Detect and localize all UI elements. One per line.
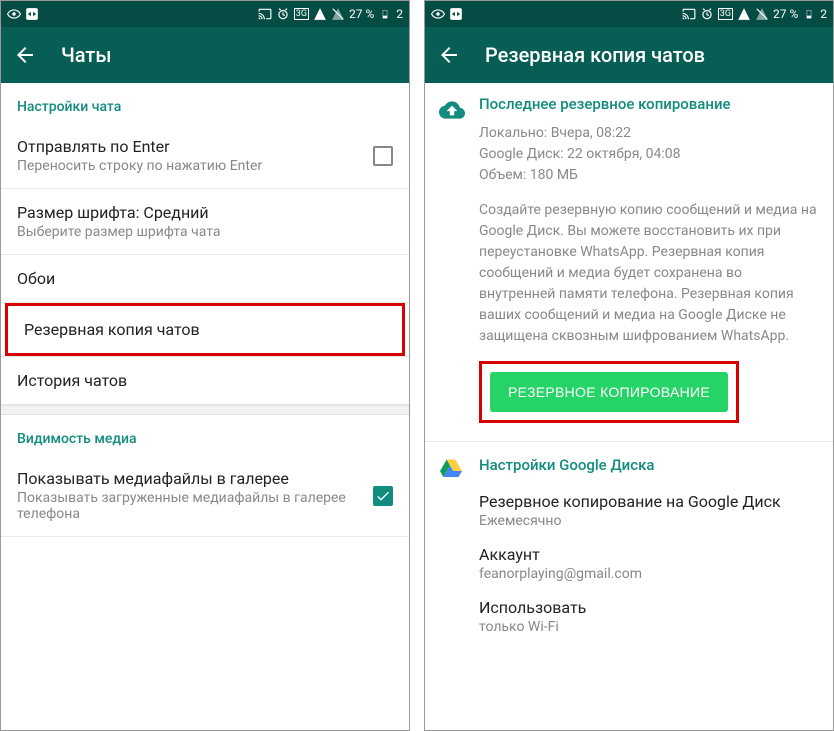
checkbox-checked[interactable] (373, 486, 393, 506)
alarm-icon (276, 7, 290, 21)
item-chat-backup[interactable]: Резервная копия чатов (8, 306, 402, 353)
time-text: 2 (820, 7, 827, 21)
no-sim-icon (755, 7, 769, 21)
battery-text: 27 % (773, 7, 798, 21)
cast-icon (258, 7, 272, 21)
setting-label: Использовать (479, 598, 817, 617)
battery-text: 27 % (349, 7, 374, 21)
signal-icon (737, 7, 751, 21)
no-sim-icon (331, 7, 345, 21)
item-chat-history[interactable]: История чатов (1, 356, 409, 405)
item-title: История чатов (17, 371, 393, 390)
setting-account[interactable]: Аккаунт feanorplaying@gmail.com (479, 537, 817, 590)
eye-icon (7, 7, 21, 21)
backup-button[interactable]: РЕЗЕРВНОЕ КОПИРОВАНИЕ (490, 372, 728, 412)
item-title: Обои (17, 269, 393, 288)
page-title: Резервная копия чатов (485, 43, 705, 67)
cloud-upload-icon (439, 97, 465, 123)
gdrive-settings-title: Настройки Google Диска (479, 456, 817, 474)
highlight-backup-item: Резервная копия чатов (5, 303, 405, 356)
teamviewer-icon (25, 7, 39, 21)
backup-description: Создайте резервную копию сообщений и мед… (479, 200, 817, 347)
battery-icon (378, 7, 392, 21)
toolbar: Чаты (1, 27, 409, 83)
back-icon[interactable] (437, 43, 461, 67)
section-media-visibility: Видимость медиа (1, 415, 409, 455)
meta-size: Объем: 180 МБ (479, 165, 817, 186)
last-backup-title: Последнее резервное копирование (479, 95, 817, 113)
item-subtitle: Выберите размер шрифта чата (17, 224, 393, 240)
network-3g-icon: 3G (294, 8, 309, 20)
setting-value: Ежемесячно (479, 513, 817, 529)
signal-icon (313, 7, 327, 21)
checkbox-unchecked[interactable] (373, 146, 393, 166)
time-text: 2 (396, 7, 403, 21)
setting-value: только Wi-Fi (479, 619, 817, 635)
item-send-enter[interactable]: Отправлять по Enter Переносить строку по… (1, 123, 409, 189)
eye-icon (431, 7, 445, 21)
section-chat-settings: Настройки чата (1, 83, 409, 123)
divider (1, 405, 409, 415)
meta-local: Локально: Вчера, 08:22 (479, 123, 817, 144)
item-wallpaper[interactable]: Обои (1, 255, 409, 303)
toolbar: Резервная копия чатов (425, 27, 833, 83)
meta-gdrive: Google Диск: 22 октября, 04:08 (479, 144, 817, 165)
item-subtitle: Показывать загруженные медиафайлы в гале… (17, 490, 373, 522)
cast-icon (682, 7, 696, 21)
item-title: Показывать медиафайлы в галерее (17, 469, 373, 488)
teamviewer-icon (449, 7, 463, 21)
battery-icon (802, 7, 816, 21)
item-title: Размер шрифта: Средний (17, 203, 393, 222)
backup-section: Последнее резервное копирование Локально… (425, 83, 833, 441)
page-title: Чаты (61, 43, 111, 67)
alarm-icon (700, 7, 714, 21)
backup-meta: Локально: Вчера, 08:22 Google Диск: 22 о… (479, 123, 817, 186)
statusbar: 3G 27 % 2 (1, 1, 409, 27)
gdrive-settings-section: Настройки Google Диска Резервное копиров… (425, 441, 833, 651)
setting-frequency[interactable]: Резервное копирование на Google Диск Еже… (479, 484, 817, 537)
setting-label: Аккаунт (479, 545, 817, 564)
google-drive-icon (439, 456, 463, 480)
statusbar: 3G 27 % 2 (425, 1, 833, 27)
highlight-backup-button: РЕЗЕРВНОЕ КОПИРОВАНИЕ (479, 361, 739, 423)
phone-right: 3G 27 % 2 Резервная копия чатов Последне… (424, 0, 834, 731)
network-3g-icon: 3G (718, 8, 733, 20)
item-title: Отправлять по Enter (17, 137, 373, 156)
item-title: Резервная копия чатов (24, 320, 386, 339)
setting-value: feanorplaying@gmail.com (479, 566, 817, 582)
back-icon[interactable] (13, 43, 37, 67)
setting-label: Резервное копирование на Google Диск (479, 492, 817, 511)
item-font-size[interactable]: Размер шрифта: Средний Выберите размер ш… (1, 189, 409, 255)
item-show-media[interactable]: Показывать медиафайлы в галерее Показыва… (1, 455, 409, 537)
setting-network[interactable]: Использовать только Wi-Fi (479, 590, 817, 643)
phone-left: 3G 27 % 2 Чаты Настройки чата Отправлять… (0, 0, 410, 731)
item-subtitle: Переносить строку по нажатию Enter (17, 158, 373, 174)
